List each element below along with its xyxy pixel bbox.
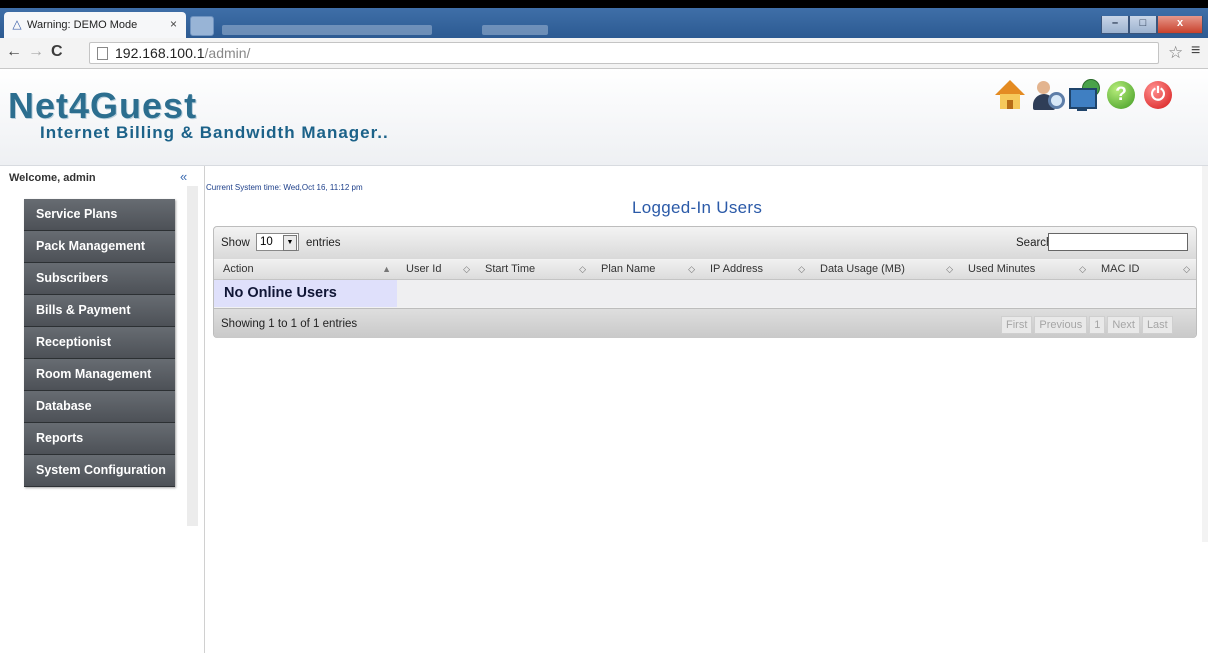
help-icon[interactable]: ? [1105,78,1139,114]
page-length-select[interactable]: 10 ▼ [256,233,299,251]
user-search-icon[interactable] [1031,78,1065,114]
sort-icon: ◇ [1183,264,1190,274]
window-top-border [0,0,1208,8]
home-icon[interactable] [994,78,1028,114]
sidebar-menu: Service Plans Pack Management Subscriber… [24,199,175,487]
app-header: Net4Guest Internet Billing & Bandwidth M… [0,69,1208,166]
warning-icon: △ [12,17,22,31]
table-toolbar: Show 10 ▼ entries Search: [214,227,1196,259]
window-controls: – □ x [1101,16,1203,34]
show-label: Show [221,237,250,249]
column-header-data-usage[interactable]: Data Usage (MB) ◇ [811,260,959,279]
page-icon [97,47,108,60]
sidebar-item-service-plans[interactable]: Service Plans [24,199,175,231]
first-page-button[interactable]: First [1001,316,1033,334]
sidebar-item-pack-management[interactable]: Pack Management [24,231,175,263]
sort-icon: ◇ [463,264,470,274]
url-path: /admin/ [204,45,251,61]
sidebar-item-database[interactable]: Database [24,391,175,423]
network-icon[interactable] [1068,78,1102,114]
sidebar-item-receptionist[interactable]: Receptionist [24,327,175,359]
sidebar-item-reports[interactable]: Reports [24,423,175,455]
empty-table-message: No Online Users [214,280,397,307]
background-blur [222,25,432,35]
minimize-button[interactable]: – [1101,16,1129,34]
browser-tab[interactable]: △ Warning: DEMO Mode × [4,12,186,38]
entries-label: entries [306,237,341,249]
background-blur [482,25,548,35]
previous-page-button[interactable]: Previous [1034,316,1088,334]
sidebar: Welcome, admin « Service Plans Pack Mana… [0,166,205,653]
menu-icon[interactable]: ≡ [1191,42,1200,60]
search-input[interactable] [1048,233,1188,251]
reload-icon[interactable]: C [51,44,63,60]
system-time: Current System time: Wed,Oct 16, 11:12 p… [206,183,363,192]
browser-toolbar: ← → C 192.168.100.1/admin/ ☆ ≡ [0,38,1208,69]
column-header-used-minutes[interactable]: Used Minutes ◇ [959,260,1092,279]
brand-logo: Net4Guest [8,85,198,126]
tab-close-icon[interactable]: × [170,17,177,31]
pagination: First Previous 1 Next Last [999,316,1173,334]
header-icon-bar: ? ⏻ [994,78,1176,114]
column-header-user-id[interactable]: User Id ◇ [397,260,476,279]
column-header-action[interactable]: Action ▲ [214,260,397,279]
sort-icon: ◇ [946,264,953,274]
sort-asc-icon: ▲ [382,264,391,274]
main-scrollbar[interactable] [1202,166,1208,542]
brand-tagline: Internet Billing & Bandwidth Manager.. [40,123,389,142]
column-header-ip-address[interactable]: IP Address ◇ [701,260,811,279]
address-bar[interactable]: 192.168.100.1/admin/ [89,42,1159,64]
sort-icon: ◇ [579,264,586,274]
page-length-value: 10 [260,236,273,248]
forward-icon[interactable]: → [28,44,44,60]
column-header-plan-name[interactable]: Plan Name ◇ [592,260,701,279]
chevron-down-icon: ▼ [283,235,297,251]
back-icon[interactable]: ← [6,44,22,60]
table-header: Action ▲ User Id ◇ Start Time ◇ Plan Name ◇ … [214,260,1196,280]
sidebar-item-bills-payment[interactable]: Bills & Payment [24,295,175,327]
close-window-button[interactable]: x [1157,16,1203,34]
sort-icon: ◇ [1079,264,1086,274]
sidebar-item-room-management[interactable]: Room Management [24,359,175,391]
power-icon[interactable]: ⏻ [1142,78,1176,114]
maximize-button[interactable]: □ [1129,16,1157,34]
table-footer: Showing 1 to 1 of 1 entries First Previo… [214,308,1196,338]
bookmark-star-icon[interactable]: ☆ [1168,43,1183,63]
sidebar-item-subscribers[interactable]: Subscribers [24,263,175,295]
page-number-button[interactable]: 1 [1089,316,1106,334]
tab-title: Warning: DEMO Mode [27,19,138,31]
sort-icon: ◇ [798,264,805,274]
new-tab-button[interactable] [190,16,214,36]
collapse-sidebar-icon[interactable]: « [180,169,187,184]
page-title: Logged-In Users [632,198,763,217]
sidebar-scrollbar[interactable] [187,186,198,526]
last-page-button[interactable]: Last [1141,316,1173,334]
next-page-button[interactable]: Next [1107,316,1140,334]
column-header-start-time[interactable]: Start Time ◇ [476,260,592,279]
table-info: Showing 1 to 1 of 1 entries [221,318,358,330]
welcome-text: Welcome, admin [9,172,96,184]
sidebar-item-system-configuration[interactable]: System Configuration [24,455,175,487]
url-host: 192.168.100.1 [115,45,205,61]
users-table: Show 10 ▼ entries Search: Action ▲ User I… [213,226,1197,338]
sort-icon: ◇ [688,264,695,274]
table-row [397,280,1196,307]
column-header-mac-id[interactable]: MAC ID ◇ [1092,260,1196,279]
